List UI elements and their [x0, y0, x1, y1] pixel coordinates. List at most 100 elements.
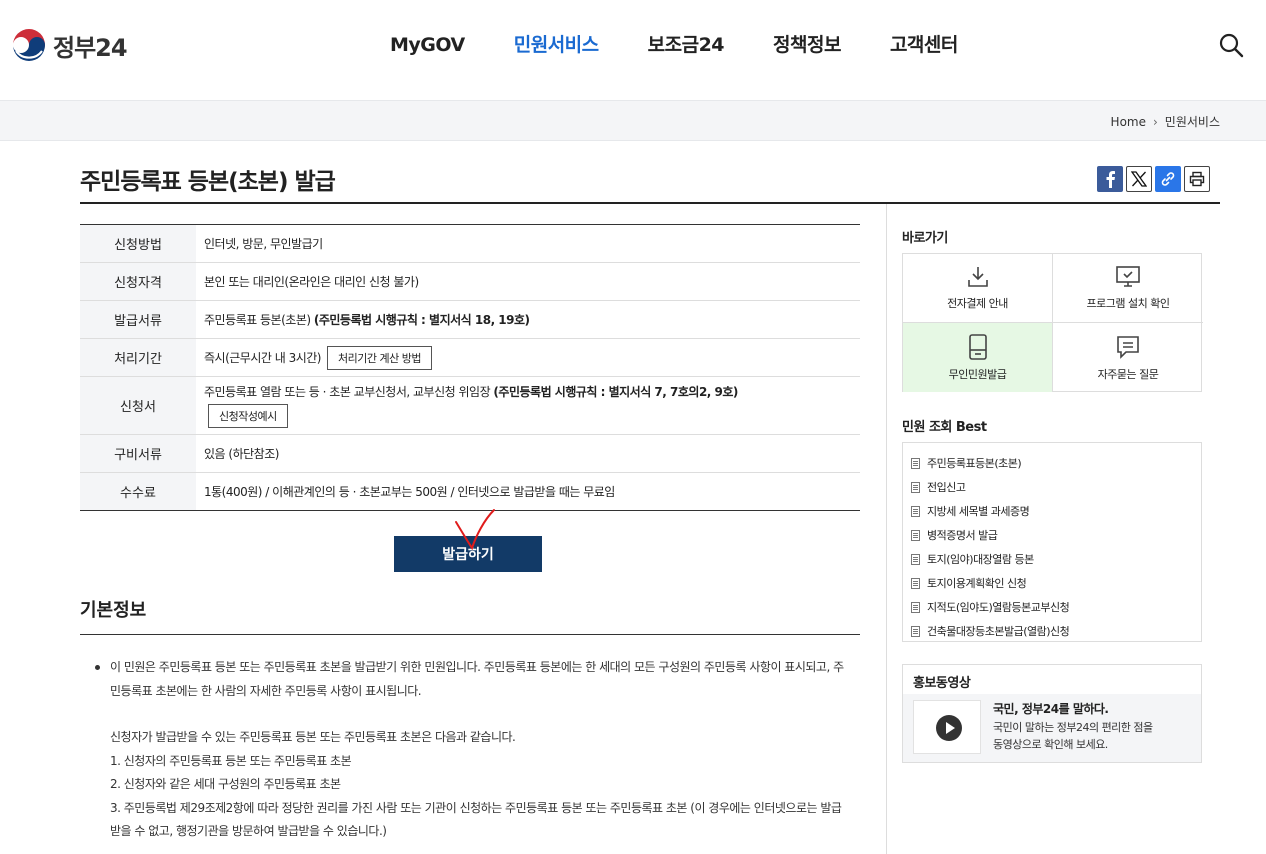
shortcut-label: 무인민원발급	[948, 367, 1007, 381]
basic-info-title: 기본정보	[80, 600, 147, 621]
shortcut-label: 프로그램 설치 확인	[1086, 297, 1170, 310]
search-icon[interactable]	[1218, 32, 1244, 58]
x-share-button[interactable]	[1126, 166, 1152, 192]
play-icon[interactable]	[936, 715, 962, 741]
nav-policy-info[interactable]: 정책정보	[773, 30, 841, 60]
list-item[interactable]: 전입신고	[911, 475, 1201, 499]
row-label-eligibility: 신청자격	[80, 262, 196, 301]
processing-time-calc-button[interactable]: 처리기간 계산 방법	[327, 345, 432, 370]
basic-info-content: 이 민원은 주민등록표 등본 또는 주민등록표 초본을 발급받기 위한 민원입니…	[93, 656, 853, 844]
site-logo[interactable]: 정부24	[11, 27, 128, 63]
application-form-text: 주민등록표 열람 또는 등 · 초본 교부신청서, 교부신청 위임장	[204, 385, 494, 399]
copy-link-button[interactable]	[1155, 166, 1181, 192]
document-icon	[911, 601, 920, 613]
best-item-label: 토지(임야)대장열람 등본	[927, 553, 1034, 566]
issue-button[interactable]: 발급하기	[394, 536, 542, 572]
list-item[interactable]: 토지이용계획확인 신청	[911, 571, 1201, 595]
basic-info-para1-line2: 민등록표 초본에는 한 사람의 자세한 주민등록 사항이 표시됩니다.	[110, 683, 422, 698]
best-item-label: 토지이용계획확인 신청	[927, 577, 1027, 590]
print-button[interactable]	[1184, 166, 1210, 192]
application-form-legal-basis: (주민등록법 시행규칙 : 별지서식 7, 7호의2, 9호)	[493, 385, 738, 399]
table-row: 구비서류 있음 (하단참조)	[80, 434, 860, 473]
page-title: 주민등록표 등본(초본) 발급	[80, 169, 336, 195]
list-item[interactable]: 토지(임야)대장열람 등본	[911, 547, 1201, 571]
promo-description: 국민이 말하는 정부24의 편리한 점을 동영상으로 확인해 보세요.	[993, 719, 1193, 753]
nav-mygov[interactable]: MyGOV	[390, 30, 465, 60]
sidebar-divider	[886, 204, 887, 854]
document-icon	[911, 625, 920, 637]
video-thumbnail[interactable]	[913, 700, 981, 754]
best-item-label: 건축물대장등초본발급(열람)신청	[927, 625, 1070, 638]
basic-info-item3-line1: 3. 주민등록법 제29조제2항에 따라 정당한 권리를 가진 사람 또는 기관…	[110, 800, 842, 815]
kiosk-icon	[968, 333, 987, 360]
table-row: 처리기간 즉시(근무시간 내 3시간) 처리기간 계산 방법	[80, 338, 860, 377]
promo-video-title[interactable]: 국민, 정부24를 말하다.	[993, 700, 1109, 717]
table-row: 신청서 주민등록표 열람 또는 등 · 초본 교부신청서, 교부신청 위임장 (…	[80, 376, 860, 435]
logo-text: 정부24	[53, 33, 128, 62]
facebook-share-button[interactable]	[1097, 166, 1123, 192]
document-icon	[911, 505, 920, 517]
list-item[interactable]: 지적도(임야도)열람등본교부신청	[911, 595, 1201, 619]
basic-info-line: 이 민원은 주민등록표 등본 또는 주민등록표 초본을 발급받기 위한 민원입니…	[93, 656, 853, 680]
link-icon	[1161, 172, 1175, 186]
best-list: 주민등록표등본(초본) 전입신고 지방세 세목별 과세증명 병적증명서 발급 토…	[902, 442, 1202, 642]
best-item-label: 주민등록표등본(초본)	[927, 457, 1022, 470]
shortcut-label: 전자결제 안내	[947, 297, 1008, 310]
facebook-icon	[1106, 171, 1115, 188]
document-text: 주민등록표 등본(초본)	[204, 313, 314, 327]
basic-info-item2: 2. 신청자와 같은 세대 구성원의 주민등록표 초본	[110, 777, 341, 791]
x-logo-icon	[1131, 171, 1147, 187]
basic-info-divider	[80, 634, 860, 635]
shortcut-kiosk-issuance[interactable]: 무인민원발급	[903, 323, 1053, 392]
monitor-check-icon	[1116, 266, 1140, 287]
promo-video-box: 홍보동영상 국민, 정부24를 말하다. 국민이 말하는 정부24의 편리한 점…	[902, 664, 1202, 763]
nav-customer-center[interactable]: 고객센터	[890, 30, 958, 60]
row-label-fee: 수수료	[80, 472, 196, 511]
best-item-label: 전입신고	[927, 481, 966, 494]
document-icon	[911, 481, 920, 493]
list-item[interactable]: 건축물대장등초본발급(열람)신청	[911, 619, 1201, 643]
nav-subsidy24[interactable]: 보조금24	[648, 30, 725, 60]
breadcrumb-home[interactable]: Home	[1111, 115, 1146, 129]
application-example-button[interactable]: 신청작성예시	[208, 404, 288, 428]
list-item[interactable]: 주민등록표등본(초본)	[911, 451, 1201, 475]
chat-icon	[1117, 335, 1139, 359]
shortcut-electronic-payment[interactable]: 전자결제 안내	[903, 254, 1053, 323]
row-value-document: 주민등록표 등본(초본) (주민등록법 시행규칙 : 별지서식 18, 19호)	[196, 301, 860, 339]
row-value-method: 인터넷, 방문, 무인발급기	[204, 237, 323, 251]
table-row: 신청방법 인터넷, 방문, 무인발급기	[80, 224, 860, 263]
main-nav: MyGOV 민원서비스 보조금24 정책정보 고객센터	[390, 30, 1007, 60]
table-row: 수수료 1통(400원) / 이해관계인의 등 · 초본교부는 500원 / 인…	[80, 472, 860, 511]
list-item[interactable]: 병적증명서 발급	[911, 523, 1201, 547]
row-label-processing-time: 처리기간	[80, 338, 196, 377]
row-label-method: 신청방법	[80, 224, 196, 263]
breadcrumb: Home › 민원서비스	[1111, 113, 1220, 130]
shortcut-program-check[interactable]: 프로그램 설치 확인	[1053, 254, 1203, 323]
row-label-application-form: 신청서	[80, 376, 196, 435]
bullet-icon	[95, 665, 100, 670]
taegeuk-logo-icon	[12, 28, 46, 62]
best-item-label: 병적증명서 발급	[927, 529, 998, 542]
civil-service-info-table: 신청방법 인터넷, 방문, 무인발급기 신청자격 본인 또는 대리인(온라인은 …	[80, 224, 860, 511]
list-item[interactable]: 지방세 세목별 과세증명	[911, 499, 1201, 523]
shortcut-faq[interactable]: 자주묻는 질문	[1053, 323, 1203, 392]
row-value-required-docs: 있음 (하단참조)	[204, 447, 279, 461]
basic-info-item3-line2: 받을 수 없고, 행정기관을 방문하여 발급받을 수 있습니다.)	[110, 824, 387, 838]
table-row: 신청자격 본인 또는 대리인(온라인은 대리인 신청 불가)	[80, 262, 860, 301]
shortcut-title: 바로가기	[902, 231, 948, 246]
share-buttons	[1097, 166, 1213, 192]
row-value-application-form: 주민등록표 열람 또는 등 · 초본 교부신청서, 교부신청 위임장 (주민등록…	[196, 377, 860, 435]
nav-civil-service[interactable]: 민원서비스	[514, 30, 599, 60]
shortcut-label: 자주묻는 질문	[1097, 367, 1159, 381]
breadcrumb-current[interactable]: 민원서비스	[1165, 113, 1220, 130]
promo-title: 홍보동영상	[903, 665, 1201, 694]
promo-desc-line2: 동영상으로 확인해 보세요.	[993, 738, 1108, 751]
printer-icon	[1189, 171, 1205, 187]
promo-body: 국민, 정부24를 말하다. 국민이 말하는 정부24의 편리한 점을 동영상으…	[903, 694, 1201, 762]
table-row: 발급서류 주민등록표 등본(초본) (주민등록법 시행규칙 : 별지서식 18,…	[80, 300, 860, 339]
download-icon	[967, 267, 988, 287]
row-value-eligibility: 본인 또는 대리인(온라인은 대리인 신청 불가)	[204, 275, 419, 289]
row-value-processing-time: 즉시(근무시간 내 3시간) 처리기간 계산 방법	[196, 339, 860, 377]
row-label-document: 발급서류	[80, 300, 196, 339]
